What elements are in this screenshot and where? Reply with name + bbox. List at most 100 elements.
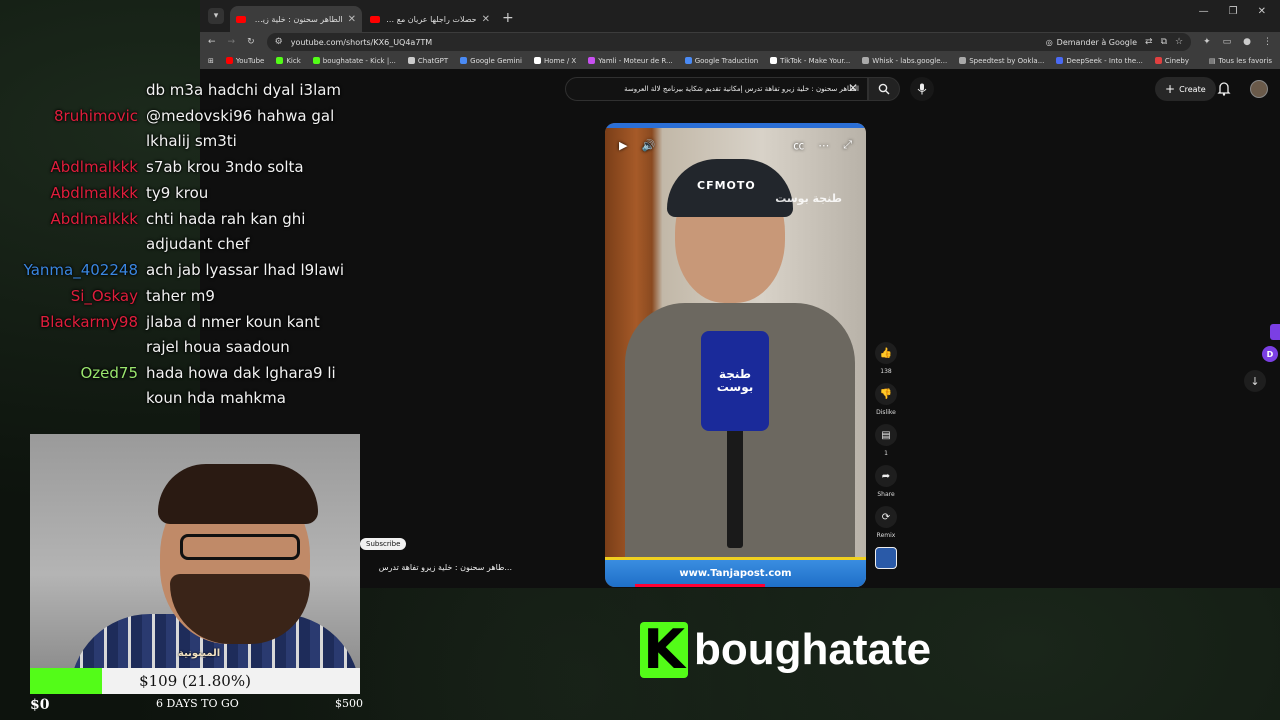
remix-icon: ⟳ bbox=[875, 506, 897, 528]
comment-icon: ▤ bbox=[875, 424, 897, 446]
chat-username: Abdlmalkkk bbox=[50, 158, 138, 176]
install-icon[interactable]: ⧉ bbox=[1161, 37, 1167, 47]
share-label: Share bbox=[877, 491, 895, 498]
youtube-header: الطاهر سحنون : خلية زيرو تفاهة تدرس إمكا… bbox=[200, 74, 1280, 104]
extension-badge-icon[interactable]: D bbox=[1262, 346, 1278, 362]
browser-menu-icon[interactable]: ⋮ bbox=[1263, 37, 1272, 47]
browser-toolbar: ← → ↻ ⚙ youtube.com/shorts/KX6_UQ4a7TM ◎… bbox=[200, 32, 1280, 52]
shorts-action-rail: 👍 138 👎 Dislike ▤ 1 ➦ Share ⟳ Remix bbox=[872, 342, 900, 577]
stream-chat: db m3a hadchi dyal i3lam 8ruhimovic @med… bbox=[0, 78, 360, 412]
channel-branding: K boughatate bbox=[640, 622, 931, 678]
playback-progress-bar[interactable] bbox=[635, 584, 765, 587]
account-avatar[interactable] bbox=[1250, 80, 1268, 98]
bookmark-whisk[interactable]: Whisk - labs.google... bbox=[862, 57, 947, 65]
chat-text: taher m9 bbox=[146, 287, 215, 305]
bookmark-speedtest[interactable]: Speedtest by Ookla... bbox=[959, 57, 1044, 65]
website-caption: www.Tanjapost.com bbox=[679, 568, 792, 579]
minimize-icon[interactable]: — bbox=[1199, 6, 1209, 17]
tab-close-icon[interactable]: ✕ bbox=[348, 14, 356, 25]
shorts-player[interactable]: CFMOTO طنجة بوست طنجة بوست ▶ 🔊 ㏄ ⋯ ⤢ www… bbox=[605, 123, 866, 587]
remix-button[interactable]: ⟳ Remix bbox=[872, 506, 900, 539]
bookmark-chatgpt[interactable]: ChatGPT bbox=[407, 57, 448, 65]
thumbs-up-icon: 👍 bbox=[875, 342, 897, 364]
chat-username: Blackarmy98 bbox=[40, 313, 138, 331]
voice-search-button[interactable] bbox=[910, 77, 934, 101]
extensions-icon[interactable]: ✦ bbox=[1203, 37, 1211, 47]
forward-icon[interactable]: → bbox=[228, 37, 236, 47]
captions-icon[interactable]: ㏄ bbox=[793, 137, 804, 153]
streamer-glasses bbox=[180, 534, 300, 560]
bookmark-x[interactable]: Home / X bbox=[533, 57, 576, 65]
maximize-icon[interactable]: ❐ bbox=[1229, 6, 1238, 17]
like-button[interactable]: 👍 138 bbox=[872, 342, 900, 375]
channel-thumbnail-button[interactable] bbox=[872, 547, 900, 569]
next-short-button[interactable]: ↓ bbox=[1244, 370, 1266, 392]
tab-active[interactable]: الطاهر سحنون : خلية زيرو تفاهة تدرس ✕ bbox=[230, 6, 362, 32]
bookmark-icon bbox=[588, 57, 596, 64]
play-icon[interactable]: ▶ bbox=[619, 139, 627, 152]
back-icon[interactable]: ← bbox=[208, 37, 216, 47]
more-options-icon[interactable]: ⋯ bbox=[818, 139, 829, 152]
thumbs-down-icon: 👎 bbox=[875, 383, 897, 405]
share-button[interactable]: ➦ Share bbox=[872, 465, 900, 498]
channel-name: boughatate bbox=[694, 625, 932, 674]
bookmark-star-icon[interactable]: ☆ bbox=[1175, 37, 1183, 47]
close-window-icon[interactable]: ✕ bbox=[1258, 6, 1266, 17]
folder-icon: ▤ bbox=[1208, 56, 1216, 65]
clear-search-icon[interactable]: ✕ bbox=[848, 81, 858, 95]
translate-icon[interactable]: ⇄ bbox=[1145, 37, 1153, 47]
cast-icon[interactable]: ▭ bbox=[1223, 37, 1232, 47]
bookmark-youtube[interactable]: YouTube bbox=[225, 57, 264, 65]
chat-username: Yanma_402248 bbox=[23, 261, 138, 279]
subscribe-button[interactable]: Subscribe bbox=[360, 538, 407, 550]
cap-logo-text: CFMOTO bbox=[697, 179, 756, 192]
google-lens-icon: ◎ bbox=[1045, 37, 1053, 47]
search-button[interactable] bbox=[868, 77, 900, 101]
dislike-button[interactable]: 👎 Dislike bbox=[872, 383, 900, 416]
arrow-down-icon: ↓ bbox=[1250, 374, 1260, 388]
create-button[interactable]: + Create bbox=[1155, 77, 1216, 101]
bookmark-deepseek[interactable]: DeepSeek - Into the... bbox=[1056, 57, 1143, 65]
fullscreen-icon[interactable]: ⤢ bbox=[843, 138, 852, 152]
ask-google-button[interactable]: ◎ Demander à Google bbox=[1046, 38, 1137, 47]
notifications-bell-icon[interactable] bbox=[1217, 81, 1231, 96]
new-tab-button[interactable]: + bbox=[502, 10, 514, 26]
tab-search-button[interactable]: ▾ bbox=[208, 8, 224, 24]
profile-icon[interactable]: ● bbox=[1243, 37, 1251, 47]
chat-message: Abdlmalkkk chti hada rah kan ghi adjudan… bbox=[0, 207, 360, 257]
reload-icon[interactable]: ↻ bbox=[247, 37, 255, 47]
bookmark-kick[interactable]: Kick bbox=[276, 57, 301, 65]
address-bar[interactable]: ⚙ youtube.com/shorts/KX6_UQ4a7TM ◎ Deman… bbox=[266, 33, 1192, 51]
volume-icon[interactable]: 🔊 bbox=[641, 139, 655, 152]
goal-current-amount: $109 (21.80%) bbox=[139, 672, 251, 690]
chat-text: s7ab krou 3ndo solta bbox=[146, 158, 304, 176]
comments-button[interactable]: ▤ 1 bbox=[872, 424, 900, 457]
apps-icon[interactable]: ⊞ bbox=[208, 57, 214, 65]
site-info-icon[interactable]: ⚙ bbox=[275, 37, 283, 47]
browser-window: ▾ الطاهر سحنون : خلية زيرو تفاهة تدرس ✕ … bbox=[200, 0, 1280, 588]
video-lower-third: www.Tanjapost.com bbox=[605, 557, 866, 587]
window-controls: — ❐ ✕ bbox=[1199, 6, 1276, 17]
tab-inactive[interactable]: حصلات راجلها عريان مع وحدة في ✕ bbox=[364, 6, 496, 32]
bookmark-cineby[interactable]: Cineby bbox=[1154, 57, 1189, 65]
chat-message: Ozed75 hada howa dak lghara9 li koun hda… bbox=[0, 361, 360, 411]
bookmark-icon bbox=[770, 57, 778, 64]
search-icon bbox=[878, 83, 890, 95]
bookmark-yamli[interactable]: Yamli - Moteur de R... bbox=[588, 57, 673, 65]
all-bookmarks[interactable]: ▤ Tous les favoris bbox=[1209, 57, 1272, 65]
extension-side-tab[interactable] bbox=[1270, 324, 1280, 340]
remix-label: Remix bbox=[876, 532, 896, 539]
search-input[interactable]: الطاهر سحنون : خلية زيرو تفاهة تدرس إمكا… bbox=[565, 77, 868, 101]
tab-close-icon[interactable]: ✕ bbox=[482, 14, 490, 25]
bookmark-kick-channel[interactable]: boughatate - Kick |... bbox=[312, 57, 396, 65]
bookmark-tiktok[interactable]: TikTok - Make Your... bbox=[770, 57, 850, 65]
video-top-bar bbox=[605, 123, 866, 128]
dislike-label: Dislike bbox=[876, 409, 896, 416]
streamer-hair bbox=[158, 464, 318, 524]
bookmark-gemini[interactable]: Google Gemini bbox=[460, 57, 522, 65]
bookmark-translate[interactable]: Google Traduction bbox=[684, 57, 758, 65]
streamer-webcam: المينونية bbox=[30, 434, 360, 668]
microphone-handle bbox=[727, 428, 743, 548]
short-title[interactable]: ...طاهر سحنون : خلية زيرو تفاهة تدرس bbox=[362, 563, 512, 572]
chat-message: Abdlmalkkk s7ab krou 3ndo solta bbox=[0, 155, 360, 180]
